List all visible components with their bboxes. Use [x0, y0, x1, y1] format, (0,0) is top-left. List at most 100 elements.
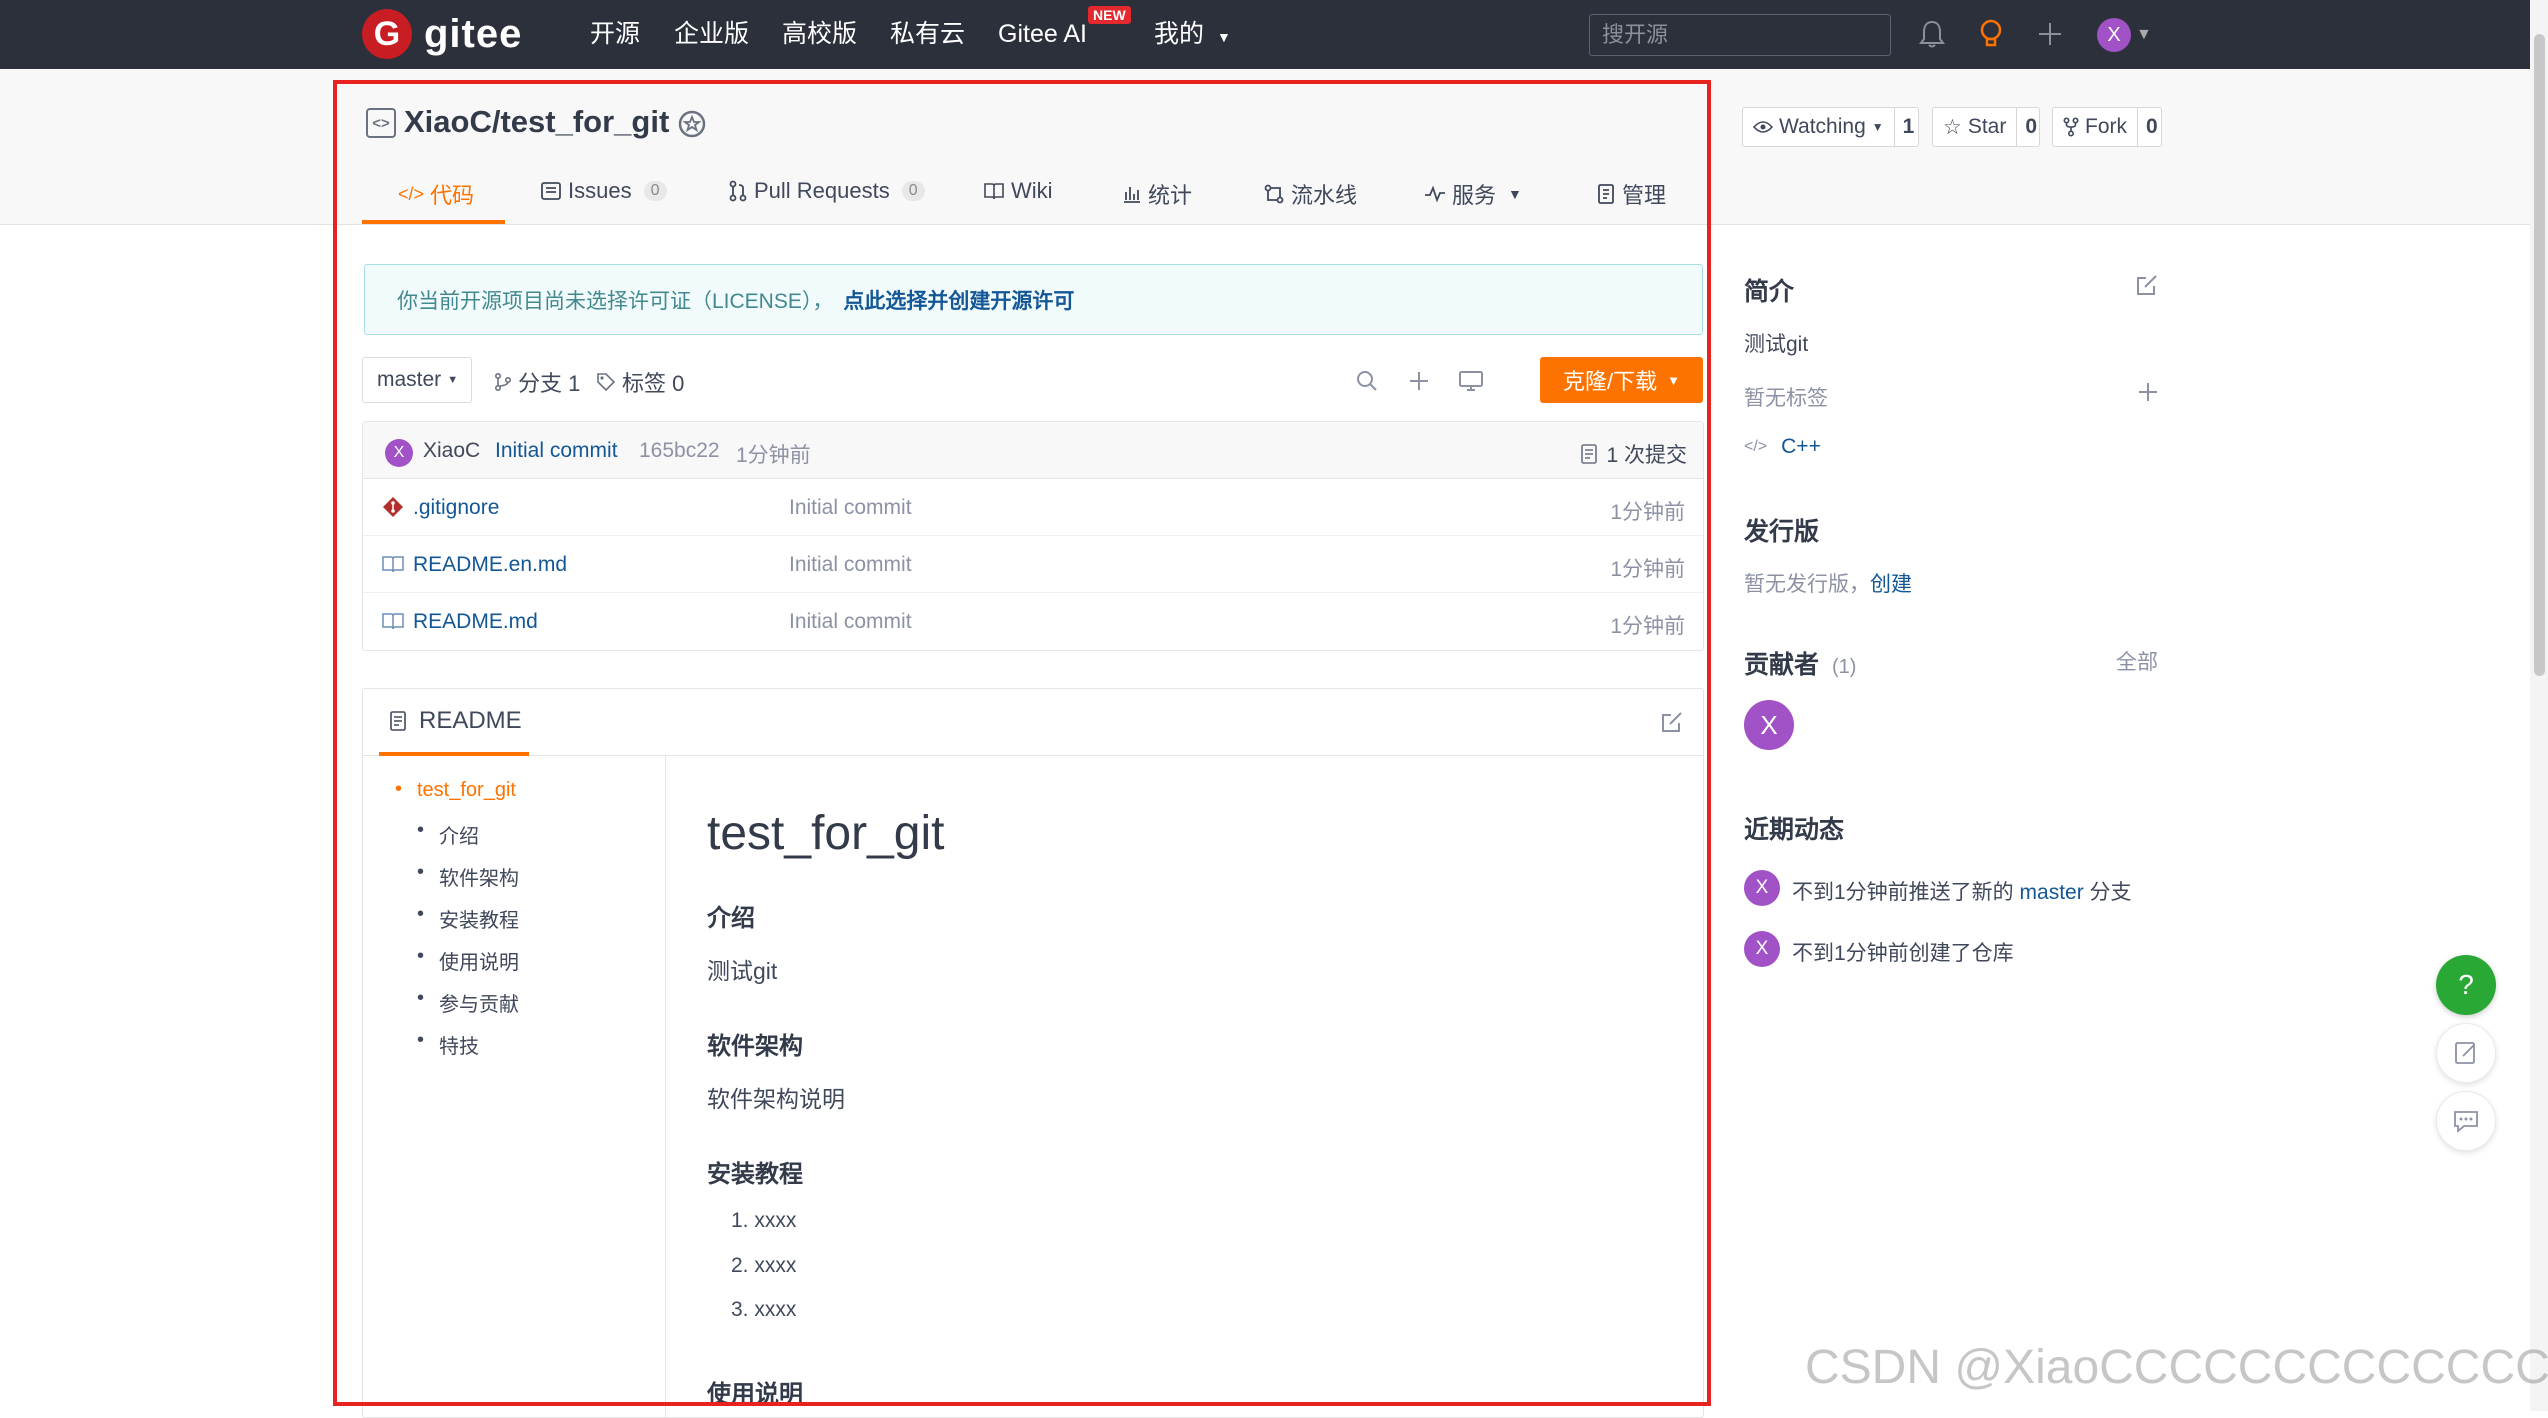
sidebar-language[interactable]: </> C++ — [1744, 435, 1821, 459]
activity-avatar[interactable]: X — [1744, 870, 1780, 906]
edit-icon[interactable] — [1659, 709, 1685, 740]
readme-header: README — [363, 689, 1703, 756]
tab-pull-requests[interactable]: Pull Requests 0 — [728, 178, 925, 204]
commit-author-avatar[interactable]: X — [385, 439, 413, 467]
nav-item-opensource[interactable]: 开源 — [590, 18, 640, 50]
readme-section-heading: 软件架构 — [707, 1033, 803, 1060]
commit-list-icon — [1581, 444, 1598, 464]
active-tab-indicator — [362, 220, 505, 224]
edit-icon[interactable] — [2134, 272, 2160, 303]
file-name[interactable]: README.en.md — [413, 553, 567, 577]
create-release-link[interactable]: 创建 — [1870, 573, 1912, 596]
file-row[interactable]: README.md Initial commit 1分钟前 — [363, 593, 1703, 650]
repo-title[interactable]: XiaoC/test_for_git — [404, 104, 669, 140]
tab-issues[interactable]: Issues 0 — [540, 178, 667, 204]
tab-pipeline[interactable]: 流水线 — [1263, 178, 1357, 210]
watch-button[interactable]: Watching ▼ 1 — [1742, 107, 1919, 147]
file-row[interactable]: .gitignore Initial commit 1分钟前 — [363, 479, 1703, 536]
file-commit-message[interactable]: Initial commit — [789, 610, 912, 634]
nav-item-mine[interactable]: 我的 ▼ — [1154, 18, 1231, 53]
plus-icon[interactable] — [2032, 16, 2068, 52]
markdown-file-icon — [381, 553, 405, 575]
tab-stats[interactable]: 统计 — [1122, 178, 1192, 210]
nav-item-enterprise[interactable]: 企业版 — [674, 18, 749, 50]
sidebar-contributors-title: 贡献者 (1) — [1744, 645, 1856, 681]
commit-author[interactable]: XiaoC — [423, 439, 480, 463]
star-count[interactable]: 0 — [2016, 108, 2045, 146]
tab-issues-label: Issues — [568, 178, 632, 203]
commit-hash[interactable]: 165bc22 — [639, 439, 720, 463]
user-avatar[interactable]: X — [2097, 18, 2131, 52]
activity-branch-link[interactable]: master — [2020, 881, 2084, 904]
branches-link[interactable]: 分支 1 — [494, 366, 580, 398]
file-name[interactable]: README.md — [413, 610, 538, 634]
pulls-count-badge: 0 — [901, 181, 925, 201]
tags-link[interactable]: 标签 0 — [596, 366, 684, 398]
toc-item[interactable]: 软件架构 — [417, 861, 519, 891]
add-file-icon[interactable] — [1404, 366, 1434, 396]
wiki-book-icon — [984, 183, 1004, 200]
scrollbar-thumb[interactable] — [2534, 34, 2545, 676]
nav-item-private-cloud[interactable]: 私有云 — [890, 18, 965, 50]
gitee-logo[interactable]: G gitee — [362, 9, 522, 59]
commit-count: 1 次提交 — [1606, 444, 1687, 467]
tab-services[interactable]: 服务 ▼ — [1424, 178, 1522, 210]
issues-count-badge: 0 — [643, 181, 667, 201]
watch-count[interactable]: 1 — [1893, 108, 1923, 146]
fork-button[interactable]: Fork 0 — [2052, 107, 2162, 147]
tab-code-label: 代码 — [430, 183, 475, 208]
file-commit-message[interactable]: Initial commit — [789, 496, 912, 520]
fork-count[interactable]: 0 — [2137, 108, 2166, 146]
file-row[interactable]: README.en.md Initial commit 1分钟前 — [363, 536, 1703, 593]
edit-note-icon — [2455, 1042, 2475, 1064]
file-list: X XiaoC Initial commit 165bc22 1分钟前 1 次提… — [362, 421, 1704, 651]
contributors-count: (1) — [1831, 656, 1857, 678]
search-icon[interactable] — [1352, 366, 1382, 396]
commit-count-link[interactable]: 1 次提交 — [1580, 439, 1687, 469]
tab-manage[interactable]: 管理 — [1596, 178, 1666, 210]
tags-label: 标签 0 — [622, 371, 685, 396]
gitee-logo-icon: G — [362, 9, 412, 59]
readme-panel: README test_for_git 介绍 软件架构 安装教程 使用说明 参与… — [362, 688, 1704, 1418]
toc-item[interactable]: test_for_git — [395, 778, 516, 802]
bell-icon[interactable] — [1914, 16, 1950, 52]
chat-button[interactable] — [2436, 1091, 2496, 1151]
watch-label: Watching — [1779, 115, 1866, 138]
web-ide-icon[interactable] — [1456, 366, 1486, 396]
chat-icon — [2454, 1111, 2478, 1133]
fork-icon — [2063, 117, 2079, 137]
activity-text: 分支 — [2083, 881, 2132, 904]
tab-wiki[interactable]: Wiki — [983, 178, 1053, 204]
toc-item[interactable]: 安装教程 — [417, 903, 519, 933]
toc-item[interactable]: 使用说明 — [417, 945, 519, 975]
file-commit-message[interactable]: Initial commit — [789, 553, 912, 577]
recommend-badge-icon[interactable] — [676, 108, 708, 145]
code-icon: </> — [398, 183, 425, 204]
caret-down-icon: ▼ — [447, 374, 459, 386]
readme-section-heading: 使用说明 — [707, 1381, 803, 1408]
toc-item[interactable]: 参与贡献 — [417, 987, 519, 1017]
add-tag-icon[interactable] — [2136, 380, 2160, 409]
star-button[interactable]: ☆ Star 0 — [1932, 107, 2040, 147]
toc-item[interactable]: 介绍 — [417, 819, 479, 849]
markdown-file-icon — [381, 610, 405, 632]
readme-paragraph: 测试git — [707, 958, 778, 984]
clone-download-button[interactable]: 克隆/下载 ▼ — [1540, 357, 1703, 403]
nav-item-education[interactable]: 高校版 — [782, 18, 857, 50]
commit-message[interactable]: Initial commit — [495, 439, 618, 463]
caret-down-icon[interactable]: ▼ — [2136, 26, 2152, 44]
tab-code[interactable]: </> 代码 — [398, 178, 474, 210]
contributor-avatar[interactable]: X — [1744, 700, 1794, 750]
feedback-button[interactable] — [2436, 1023, 2496, 1083]
activity-avatar[interactable]: X — [1744, 931, 1780, 967]
contributors-all-link[interactable]: 全部 — [2116, 646, 2158, 676]
file-name[interactable]: .gitignore — [413, 496, 499, 520]
toc-item[interactable]: 特技 — [417, 1029, 479, 1059]
nav-item-gitee-ai[interactable]: Gitee AI — [998, 18, 1087, 50]
readme-tab[interactable]: README — [389, 707, 522, 735]
help-button[interactable]: ? — [2436, 955, 2496, 1015]
search-input[interactable] — [1589, 14, 1891, 56]
create-license-link[interactable]: 点此选择并创建开源许可 — [843, 285, 1074, 315]
branch-select[interactable]: master ▼ — [362, 357, 472, 403]
lightbulb-icon[interactable] — [1973, 16, 2009, 52]
